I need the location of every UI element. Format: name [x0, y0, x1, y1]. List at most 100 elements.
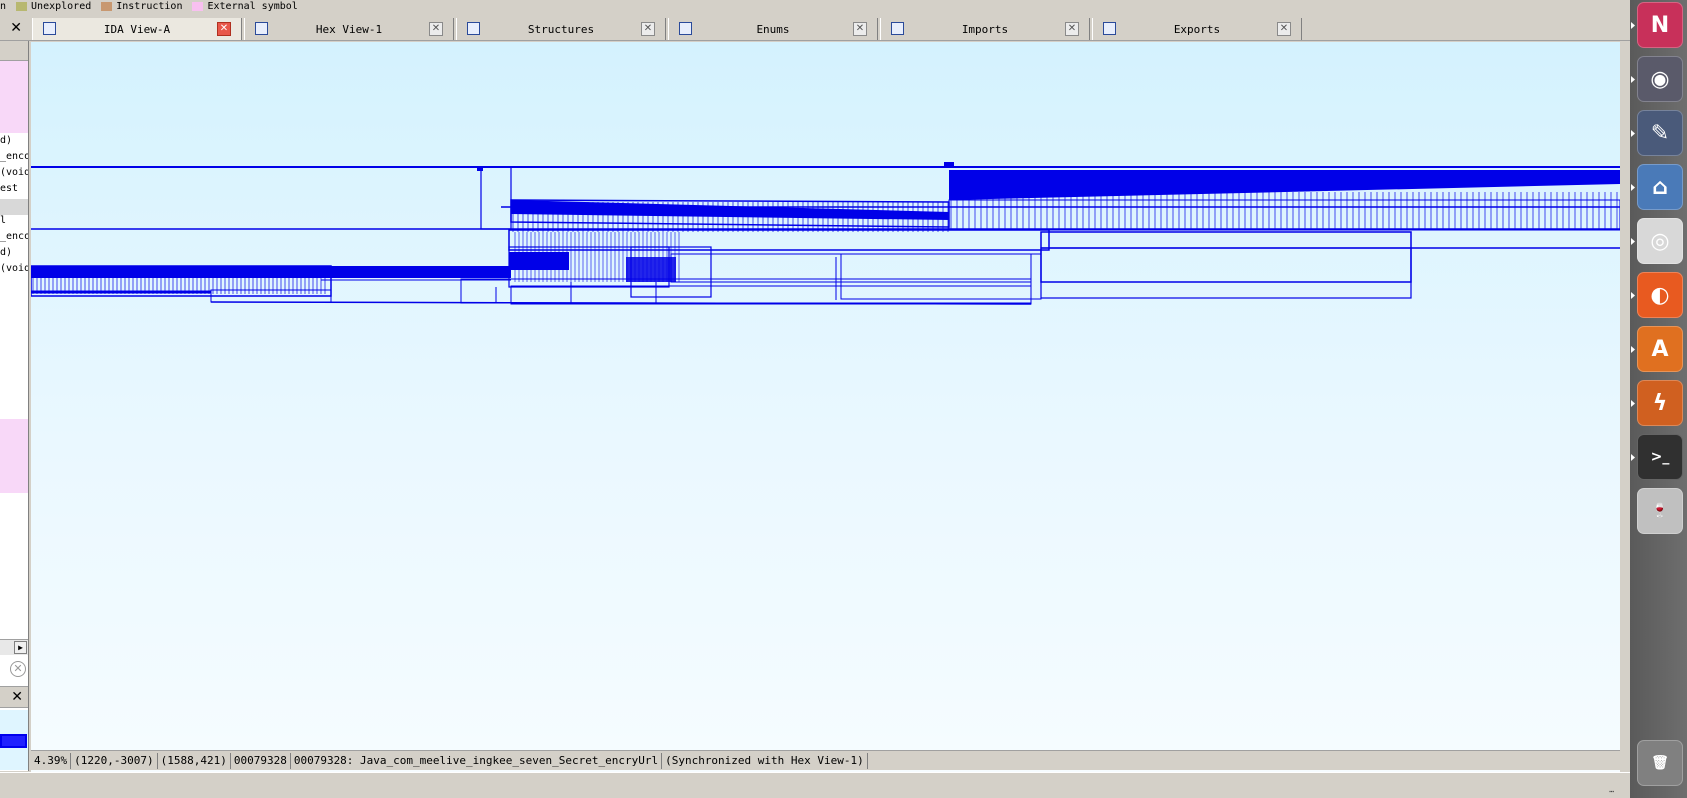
close-icon[interactable]: ✕ — [1277, 22, 1291, 36]
running-indicator — [1631, 346, 1635, 353]
legend-swatch — [16, 1, 28, 11]
dock-glyph: >_ — [1650, 449, 1670, 465]
graph-node-marker — [944, 162, 954, 168]
external-symbol-highlight — [0, 419, 28, 493]
trash-icon[interactable]: 🗑 — [1637, 740, 1683, 786]
function-row[interactable]: _enco — [0, 151, 28, 167]
legend-label: Unexplored — [31, 0, 92, 12]
graph-overview-close-button[interactable]: ✕ — [0, 686, 28, 708]
legend-swatch — [192, 1, 204, 11]
unity-launcher: N ◉ ✎ ⌂ ◎ ◐ Aϟ >_ 🍷 🗑 — [1630, 0, 1687, 798]
tab-label: Enums — [756, 22, 790, 36]
graph-node — [1040, 247, 1412, 299]
function-row[interactable]: _enco — [0, 231, 28, 247]
tab-enums[interactable]: Enums ✕ — [668, 18, 878, 40]
function-row[interactable]: (void — [0, 263, 28, 279]
function-row[interactable]: (void — [0, 167, 28, 183]
pencil-tool-icon[interactable]: ✎ — [1637, 110, 1683, 156]
running-indicator — [1631, 22, 1635, 29]
graph-edge-bundle — [509, 252, 569, 270]
running-indicator — [1631, 292, 1635, 299]
horizontal-scrollbar[interactable]: ▶ — [0, 639, 28, 655]
file-offset: 00079328 — [231, 752, 291, 769]
browser-icon[interactable]: ◐ — [1637, 272, 1683, 318]
home-folder-icon[interactable]: ⌂ — [1637, 164, 1683, 210]
scroll-right-icon[interactable]: ▶ — [14, 641, 27, 654]
close-icon[interactable]: ✕ — [1065, 22, 1079, 36]
tab-imports[interactable]: Imports ✕ — [880, 18, 1090, 40]
ida-app-icon[interactable]: N — [1637, 2, 1683, 48]
graph-edge — [210, 301, 1032, 305]
tab-structures[interactable]: Structures ✕ — [456, 18, 666, 40]
resize-grip-icon[interactable]: ⋯ — [1609, 787, 1614, 796]
legend-label: n — [0, 0, 7, 12]
legend-label: Instruction — [116, 0, 183, 12]
burp-icon[interactable]: ϟ — [1637, 380, 1683, 426]
dock-glyph: ◎ — [1650, 228, 1670, 254]
graph-node — [670, 253, 1032, 283]
dock-glyph: ϟ — [1652, 390, 1668, 416]
clear-search-icon[interactable]: ✕ — [10, 661, 26, 677]
functions-panel-header — [0, 41, 28, 61]
graph-node — [948, 199, 1620, 231]
ida-graph-view[interactable] — [31, 42, 1620, 772]
functions-panel: d) _enco (void est l _enco d) (void ▶ ✕ … — [0, 41, 29, 771]
left-panel-close-button[interactable]: ✕ — [0, 17, 28, 39]
tab-label: IDA View-A — [103, 22, 171, 36]
function-row[interactable]: est — [0, 183, 28, 199]
tab-ida-view-a[interactable]: IDA View-A ✕ — [32, 18, 242, 40]
terminal-icon[interactable]: >_ — [1637, 434, 1683, 480]
window-bottom-strip: ⋯ — [0, 772, 1630, 798]
graph-node — [1040, 231, 1412, 283]
graph-edge-bundle — [31, 266, 511, 278]
chrome-icon[interactable]: ◎ — [1637, 218, 1683, 264]
graph-node — [840, 253, 1042, 300]
running-indicator — [1631, 238, 1635, 245]
legend-label: External symbol — [207, 0, 298, 12]
graph-node-marker — [477, 166, 483, 171]
dock-glyph: ⌂ — [1652, 174, 1668, 200]
graph-coordinates: (1588,421) — [158, 752, 231, 769]
zoom-level: 4.39% — [31, 752, 72, 769]
tab-exports[interactable]: Exports ✕ — [1092, 18, 1302, 40]
close-icon[interactable]: ✕ — [429, 22, 443, 36]
dock-glyph: 🍷 — [1651, 503, 1669, 519]
running-indicator — [1631, 130, 1635, 137]
close-icon[interactable]: ✕ — [853, 22, 867, 36]
dock-glyph: A — [1651, 336, 1669, 362]
control-flow-graph — [31, 162, 1620, 305]
dock-glyph: ◐ — [1650, 282, 1670, 308]
running-indicator — [1631, 454, 1635, 461]
tab-label: Imports — [961, 22, 1009, 36]
graph-overview[interactable] — [0, 710, 28, 770]
close-icon[interactable]: ✕ — [217, 22, 231, 36]
function-row[interactable]: l — [0, 215, 28, 231]
dock-glyph: N — [1650, 12, 1670, 38]
tab-label: Exports — [1173, 22, 1221, 36]
tab-bar: ✕ IDA View-A ✕ Hex View-1 ✕ Structures ✕… — [0, 17, 1630, 41]
selected-function-row[interactable] — [0, 199, 28, 215]
mouse-coordinates: (1220,-3007) — [71, 752, 158, 769]
function-row[interactable]: d) — [0, 247, 28, 263]
running-indicator — [1631, 400, 1635, 407]
software-center-icon[interactable]: A — [1637, 326, 1683, 372]
tab-label: Structures — [527, 22, 595, 36]
sync-status: (Synchronized with Hex View-1) — [662, 752, 868, 769]
running-indicator — [1631, 184, 1635, 191]
tab-hex-view-1[interactable]: Hex View-1 ✕ — [244, 18, 454, 40]
dock-glyph: ✎ — [1650, 120, 1670, 146]
dock-glyph: 🗑 — [1651, 755, 1669, 771]
function-row[interactable]: d) — [0, 135, 28, 151]
tab-label: Hex View-1 — [315, 22, 383, 36]
external-symbol-highlight — [0, 61, 28, 133]
graph-edge-bundle — [626, 257, 676, 282]
legend-swatch — [101, 1, 113, 11]
graph-node — [510, 285, 1032, 305]
color-legend: n Unexplored Instruction External symbol — [0, 0, 1630, 12]
wine-icon[interactable]: 🍷 — [1637, 488, 1683, 534]
graph-overview-viewport[interactable] — [0, 734, 27, 748]
firefox-icon[interactable]: ◉ — [1637, 56, 1683, 102]
running-indicator — [1631, 76, 1635, 83]
dock-glyph: ◉ — [1650, 66, 1670, 92]
close-icon[interactable]: ✕ — [641, 22, 655, 36]
